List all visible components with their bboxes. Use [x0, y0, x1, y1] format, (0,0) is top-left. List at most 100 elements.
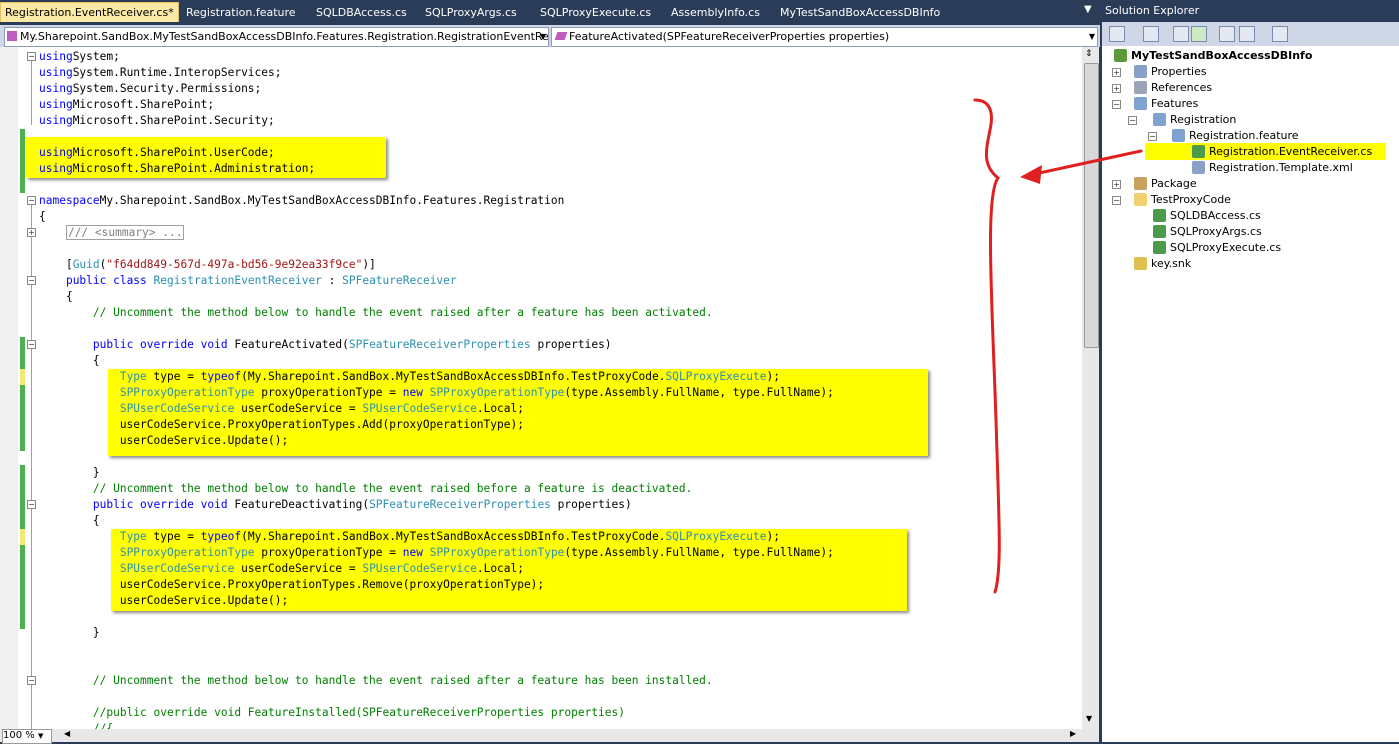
code-token: userCodeService.Update(); — [39, 434, 289, 447]
tab-assemblyinfo[interactable]: AssemblyInfo.cs — [671, 3, 760, 22]
code-token: type = — [146, 530, 201, 543]
code-editor[interactable]: − − + − − − − usingSystem; usingSystem.R… — [0, 47, 1082, 729]
member-dropdown-value: FeatureActivated(SPFeatureReceiverProper… — [569, 30, 890, 43]
class-dropdown-value: My.Sharepoint.SandBox.MyTestSandBoxAcces… — [20, 30, 549, 43]
code-line-collapsed-summary[interactable]: /// <summary> ... — [39, 225, 185, 241]
tab-registration-eventreceiver[interactable]: Registration.EventReceiver.cs* — [0, 2, 179, 22]
code-token: SPFeatureReceiver — [342, 274, 457, 287]
collapse-icon[interactable]: − — [1112, 100, 1121, 109]
view-code-icon[interactable] — [1219, 26, 1235, 42]
tree-references[interactable]: References — [1134, 80, 1212, 96]
tab-list-dropdown-icon[interactable]: ▼ — [1084, 4, 1092, 15]
scrollbar-thumb[interactable] — [1084, 63, 1099, 348]
class-diagram-icon[interactable] — [1272, 26, 1288, 42]
tree-package[interactable]: Package — [1134, 176, 1197, 192]
code-token: SPFeatureReceiverProperties — [348, 338, 531, 351]
class-dropdown[interactable]: My.Sharepoint.SandBox.MyTestSandBoxAcces… — [4, 27, 549, 47]
code-line: usingSystem.Runtime.InteropServices; — [39, 65, 282, 81]
code-line: // Uncomment the method below to handle … — [39, 305, 713, 321]
code-line: SPProxyOperationType proxyOperationType … — [39, 385, 834, 401]
change-marker — [20, 465, 25, 529]
tree-testproxycode[interactable]: TestProxyCode — [1134, 192, 1231, 208]
expand-icon[interactable]: + — [1112, 180, 1121, 189]
change-marker — [20, 529, 25, 545]
code-line: usingMicrosoft.SharePoint.Administration… — [39, 161, 315, 177]
cs-file-icon — [1153, 241, 1166, 254]
code-token: using — [39, 162, 73, 175]
code-token: SPUserCodeService — [119, 562, 235, 575]
show-all-files-icon[interactable] — [1143, 26, 1159, 42]
code-line: userCodeService.Update(); — [39, 593, 288, 609]
tree-project[interactable]: MyTestSandBoxAccessDBInfo — [1114, 48, 1312, 64]
tree-sqlproxyargs[interactable]: SQLProxyArgs.cs — [1153, 224, 1262, 240]
package-icon — [1134, 177, 1147, 190]
code-token: : — [321, 274, 343, 287]
code-token: userCodeService = — [234, 402, 363, 415]
expand-icon[interactable]: + — [1112, 68, 1121, 77]
collapse-icon[interactable]: − — [1148, 132, 1157, 141]
tab-registration-feature[interactable]: Registration.feature — [186, 3, 296, 22]
scroll-right-icon[interactable]: ▶ — [1070, 729, 1076, 738]
tree-features[interactable]: Features — [1134, 96, 1198, 112]
code-token: //public override void FeatureInstalled(… — [92, 706, 625, 719]
collapse-icon[interactable]: − — [27, 52, 36, 61]
tree-key-snk[interactable]: key.snk — [1134, 256, 1191, 272]
tree-sqldbaccess[interactable]: SQLDBAccess.cs — [1153, 208, 1261, 224]
member-dropdown[interactable]: FeatureActivated(SPFeatureReceiverProper… — [551, 27, 1098, 47]
code-line: public override void FeatureDeactivating… — [39, 497, 632, 513]
project-icon — [1114, 49, 1127, 62]
tree-registration-template[interactable]: Registration.Template.xml — [1192, 160, 1353, 176]
tree-registration[interactable]: Registration — [1153, 112, 1236, 128]
code-token: .Local; — [476, 402, 524, 415]
code-line: usingMicrosoft.SharePoint.Security; — [39, 113, 275, 129]
collapse-icon[interactable]: − — [27, 500, 36, 509]
code-token: using — [39, 82, 73, 95]
scroll-left-icon[interactable]: ◀ — [64, 729, 70, 738]
tab-sqlproxyexecute[interactable]: SQLProxyExecute.cs — [540, 3, 651, 22]
code-token: new — [402, 386, 423, 399]
tab-project-properties[interactable]: MyTestSandBoxAccessDBInfo — [780, 3, 940, 22]
code-token: Type — [119, 370, 147, 383]
collapse-icon[interactable]: − — [27, 276, 36, 285]
tree-properties[interactable]: Properties — [1134, 64, 1207, 80]
tab-sqlproxyargs[interactable]: SQLProxyArgs.cs — [425, 3, 517, 22]
tree-sqlproxyexecute[interactable]: SQLProxyExecute.cs — [1153, 240, 1281, 256]
code-token: proxyOperationType = — [254, 386, 403, 399]
tab-sqldbaccess[interactable]: SQLDBAccess.cs — [316, 3, 407, 22]
tree-event-receiver[interactable]: Registration.EventReceiver.cs — [1192, 144, 1372, 160]
properties-icon[interactable] — [1109, 26, 1125, 42]
refresh-icon[interactable] — [1173, 26, 1189, 42]
collapse-icon[interactable]: − — [27, 340, 36, 349]
code-line: public override void FeatureActivated(SP… — [39, 337, 612, 353]
code-token: Microsoft.SharePoint.Administration; — [72, 162, 316, 175]
code-token: } — [39, 466, 100, 479]
expand-icon[interactable]: + — [1112, 84, 1121, 93]
code-token: SPUserCodeService — [119, 402, 235, 415]
scroll-down-icon[interactable]: ▼ — [1086, 714, 1092, 723]
code-token: Microsoft.SharePoint; — [72, 98, 215, 111]
code-line: [Guid("f64dd849-567d-497a-bd56-9e92ea33f… — [39, 257, 376, 273]
code-line: usingSystem; — [39, 49, 120, 65]
collapse-icon[interactable]: − — [1128, 116, 1137, 125]
code-token: (type.Assembly.FullName, type.FullName); — [564, 546, 834, 559]
code-line: { — [39, 209, 46, 225]
expand-icon[interactable]: + — [27, 228, 36, 237]
code-token: Type — [119, 530, 147, 543]
features-icon — [1134, 97, 1147, 110]
sync-icon[interactable] — [1191, 26, 1207, 42]
change-marker — [20, 545, 25, 629]
code-token: Microsoft.SharePoint.Security; — [72, 114, 275, 127]
code-token: using — [39, 146, 73, 159]
view-designer-icon[interactable] — [1239, 26, 1255, 42]
collapse-icon[interactable]: − — [27, 196, 36, 205]
tree-registration-feature[interactable]: Registration.feature — [1172, 128, 1299, 144]
collapse-icon[interactable]: − — [1112, 196, 1121, 205]
split-icon[interactable]: ⇕ — [1085, 49, 1093, 59]
code-line: // Uncomment the method below to handle … — [39, 481, 692, 497]
code-token: FeatureDeactivating( — [227, 498, 370, 511]
code-token: // Uncomment the method below to handle … — [92, 482, 693, 495]
collapse-icon[interactable]: − — [27, 676, 36, 685]
